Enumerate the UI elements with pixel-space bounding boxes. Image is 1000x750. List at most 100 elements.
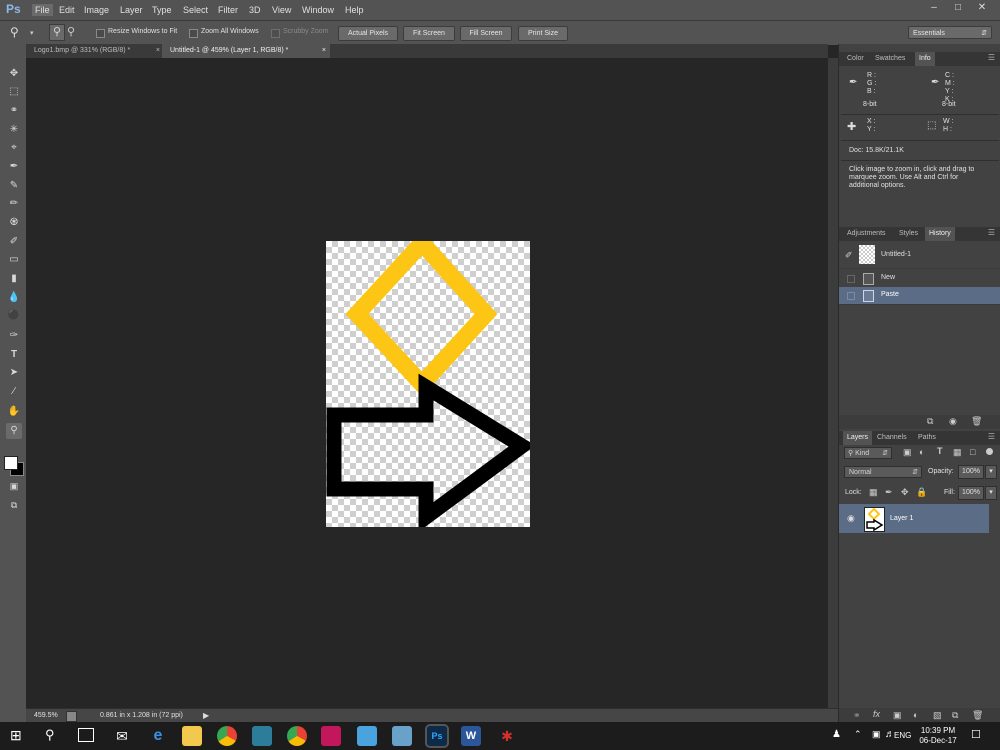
- history-item-paste[interactable]: Paste: [839, 287, 1000, 305]
- dodge-tool-icon[interactable]: ⚫: [6, 308, 22, 324]
- app-icon[interactable]: ✱: [497, 726, 517, 746]
- opacity-slider-arrow-icon[interactable]: ▾: [985, 465, 997, 479]
- fit-screen-button[interactable]: Fit Screen: [403, 26, 455, 41]
- healing-brush-tool-icon[interactable]: ✎: [6, 178, 22, 194]
- menu-layer[interactable]: Layer: [120, 5, 143, 15]
- filter-shape-icon[interactable]: ▦: [953, 447, 962, 458]
- magic-wand-tool-icon[interactable]: ✳: [6, 122, 22, 138]
- adjustment-layer-icon[interactable]: ◐: [913, 710, 918, 720]
- remote-desktop-icon[interactable]: [357, 726, 377, 746]
- pen-tool-icon[interactable]: ✑: [6, 328, 22, 344]
- menu-edit[interactable]: Edit: [59, 5, 75, 15]
- menu-image[interactable]: Image: [84, 5, 109, 15]
- filter-type-icon[interactable]: T: [937, 446, 943, 456]
- quick-mask-icon[interactable]: ▣: [6, 478, 22, 494]
- layer-row[interactable]: ◉ Layer 1: [839, 504, 989, 533]
- menu-window[interactable]: Window: [302, 5, 334, 15]
- search-icon[interactable]: ⚲: [45, 727, 55, 743]
- tab-adjustments[interactable]: Adjustments: [843, 227, 890, 241]
- history-item-new[interactable]: New: [839, 270, 1000, 288]
- layer-name[interactable]: Layer 1: [890, 515, 913, 522]
- history-source-checkbox[interactable]: [847, 275, 855, 283]
- eye-visibility-icon[interactable]: ◉: [847, 513, 855, 524]
- trash-icon[interactable]: 🗑: [972, 710, 983, 721]
- filter-toggle-icon[interactable]: [986, 448, 993, 455]
- zoom-tool-icon[interactable]: ⚲: [10, 25, 19, 39]
- tool-preset-dropdown-icon[interactable]: ▾: [30, 29, 34, 37]
- trash-icon[interactable]: 🗑: [971, 416, 982, 427]
- notifications-icon[interactable]: ☐: [971, 728, 981, 741]
- gradient-tool-icon[interactable]: ▮: [6, 271, 22, 287]
- eraser-tool-icon[interactable]: ▭: [6, 252, 22, 268]
- document-canvas[interactable]: [326, 230, 536, 532]
- layer-mask-icon[interactable]: ▣: [893, 710, 902, 721]
- edge-browser-icon[interactable]: e: [148, 726, 168, 746]
- menu-file[interactable]: File: [32, 4, 53, 16]
- zoom-in-icon[interactable]: ⚲: [49, 24, 65, 41]
- tab-styles[interactable]: Styles: [895, 227, 922, 241]
- notes-app-icon[interactable]: [392, 726, 412, 746]
- new-layer-icon[interactable]: ⧉: [952, 710, 958, 721]
- link-layers-icon[interactable]: ⚭: [853, 710, 861, 721]
- panel-menu-icon[interactable]: ☰: [988, 228, 995, 237]
- opacity-field[interactable]: 100%: [958, 465, 984, 479]
- tab-swatches[interactable]: Swatches: [871, 52, 909, 66]
- layer-filter-dropdown[interactable]: ⚲ Kind ⇵: [844, 447, 892, 459]
- maximize-button[interactable]: □: [946, 1, 970, 15]
- fill-field[interactable]: 100%: [958, 486, 984, 500]
- language-indicator[interactable]: ENG: [894, 731, 911, 740]
- screen-mode-icon[interactable]: ⧉: [6, 497, 22, 513]
- chrome-icon[interactable]: [217, 726, 237, 746]
- new-document-from-state-icon[interactable]: ⧉: [927, 416, 933, 427]
- close-button[interactable]: ✕: [970, 1, 994, 15]
- tab-info[interactable]: Info: [915, 52, 935, 66]
- mail-icon[interactable]: ✉: [112, 726, 132, 746]
- zoom-tool-active-icon[interactable]: ⚲: [6, 423, 22, 439]
- network-icon[interactable]: ▣: [872, 729, 881, 740]
- filter-smart-object-icon[interactable]: □: [970, 447, 975, 457]
- type-tool-icon[interactable]: T: [6, 347, 22, 363]
- chrome-profile-icon[interactable]: [287, 726, 307, 746]
- actual-pixels-button[interactable]: Actual Pixels: [338, 26, 398, 41]
- menu-3d[interactable]: 3D: [249, 5, 261, 15]
- tab-untitled-1[interactable]: Untitled-1 @ 459% (Layer 1, RGB/8) * ×: [162, 44, 330, 58]
- zoom-out-icon[interactable]: ⚲: [67, 25, 75, 38]
- history-brush-tool-icon[interactable]: ✐: [6, 234, 22, 250]
- layer-style-fx-icon[interactable]: fx: [873, 709, 880, 719]
- workspace-switcher[interactable]: Essentials ⇵: [908, 26, 992, 39]
- lock-pixels-icon[interactable]: ✒: [885, 487, 893, 498]
- task-view-icon[interactable]: [78, 728, 94, 742]
- photoshop-taskbar-icon[interactable]: Ps: [425, 724, 449, 748]
- lasso-tool-icon[interactable]: ⚭: [6, 103, 22, 119]
- foreground-color-swatch[interactable]: [4, 456, 18, 470]
- resize-windows-checkbox[interactable]: [96, 29, 105, 38]
- lock-all-icon[interactable]: 🔒: [916, 487, 927, 498]
- path-selection-tool-icon[interactable]: ➤: [6, 365, 22, 381]
- tab-channels[interactable]: Channels: [873, 431, 911, 445]
- filter-adjustment-icon[interactable]: ◐: [919, 447, 924, 457]
- vertical-scrollbar[interactable]: [828, 58, 838, 708]
- brush-tool-icon[interactable]: ✏: [6, 196, 22, 212]
- tab-paths[interactable]: Paths: [914, 431, 940, 445]
- lock-transparent-icon[interactable]: ▦: [869, 487, 878, 498]
- history-snapshot-row[interactable]: ✐ Untitled-1: [839, 242, 1000, 269]
- blur-tool-icon[interactable]: 💧: [6, 290, 22, 306]
- camera-snapshot-icon[interactable]: ◉: [949, 416, 957, 427]
- tray-chevron-icon[interactable]: ⌃: [854, 729, 862, 740]
- history-brush-source-icon[interactable]: ✐: [845, 250, 853, 261]
- history-source-checkbox[interactable]: [847, 292, 855, 300]
- new-group-icon[interactable]: ▧: [933, 710, 942, 721]
- zoom-level[interactable]: 459.5%: [34, 712, 58, 719]
- blend-mode-dropdown[interactable]: Normal ⇵: [844, 466, 922, 478]
- panel-menu-icon[interactable]: ☰: [988, 432, 995, 441]
- tab-color[interactable]: Color: [843, 52, 868, 66]
- minimize-button[interactable]: –: [922, 1, 946, 15]
- clone-stamp-tool-icon[interactable]: ♼: [6, 215, 22, 231]
- tab-layers[interactable]: Layers: [843, 431, 873, 445]
- fill-screen-button[interactable]: Fill Screen: [460, 26, 512, 41]
- close-tab-icon[interactable]: ×: [322, 44, 326, 58]
- tab-history[interactable]: History: [925, 227, 955, 241]
- hand-tool-icon[interactable]: ✋: [6, 404, 22, 420]
- zoom-all-windows-checkbox[interactable]: [189, 29, 198, 38]
- people-icon[interactable]: ♟: [832, 729, 841, 740]
